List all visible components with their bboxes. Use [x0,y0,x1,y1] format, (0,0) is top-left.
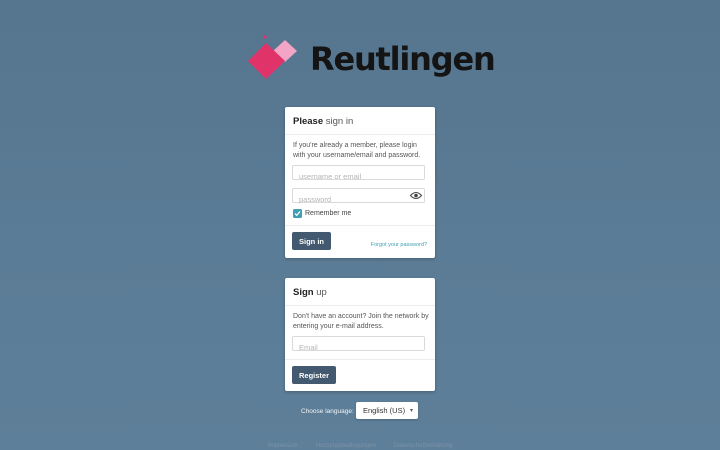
signin-title: Please sign in [293,116,354,127]
divider [285,305,435,306]
remember-label: Remember me [305,210,352,217]
language-dropdown[interactable]: English (US) ▾ [356,402,418,419]
username-field[interactable] [292,165,425,183]
language-selector: Choose language: English (US) ▾ [301,401,421,419]
logo-mark-icon [248,35,297,79]
remember-checkbox[interactable] [293,209,302,218]
email-field[interactable] [292,336,425,354]
signup-title: Sign up [293,287,327,298]
divider [285,134,435,135]
signup-description: Don't have an account? Join the network … [293,313,429,330]
footer-link-privacy[interactable]: Datenschutzerklärung [394,443,452,449]
signin-button[interactable]: Sign in [292,232,331,250]
language-selected: English (US) [363,406,406,415]
footer-separator: · [305,443,308,449]
signup-card: Sign up Don't have an account? Join the … [285,278,435,391]
footer-link-terms[interactable]: Nutzungsbedingungen [316,443,376,449]
footer-link-impressum[interactable]: Impressum [268,443,298,449]
divider [285,359,435,360]
footer-links: Impressum · Nutzungsbedingungen · Datenschut… [0,443,720,449]
brand-name: Reutlingen [310,40,496,78]
password-field[interactable] [292,188,425,206]
chevron-down-icon: ▾ [409,408,413,414]
eye-icon[interactable] [410,191,422,200]
brand-logo: Reutlingen [246,34,496,86]
language-label: Choose language: [301,408,354,415]
divider [285,225,435,226]
username-input[interactable] [293,170,411,183]
register-button[interactable]: Register [292,366,336,384]
forgot-password-link[interactable]: Forgot your password? [371,242,427,248]
password-input[interactable] [293,193,411,206]
signin-card: Please sign in If you're already a membe… [285,107,435,258]
signin-description: If you're already a member, please login… [293,142,421,159]
email-input[interactable] [293,341,411,354]
check-icon [294,211,301,217]
footer-separator: · [383,443,386,449]
